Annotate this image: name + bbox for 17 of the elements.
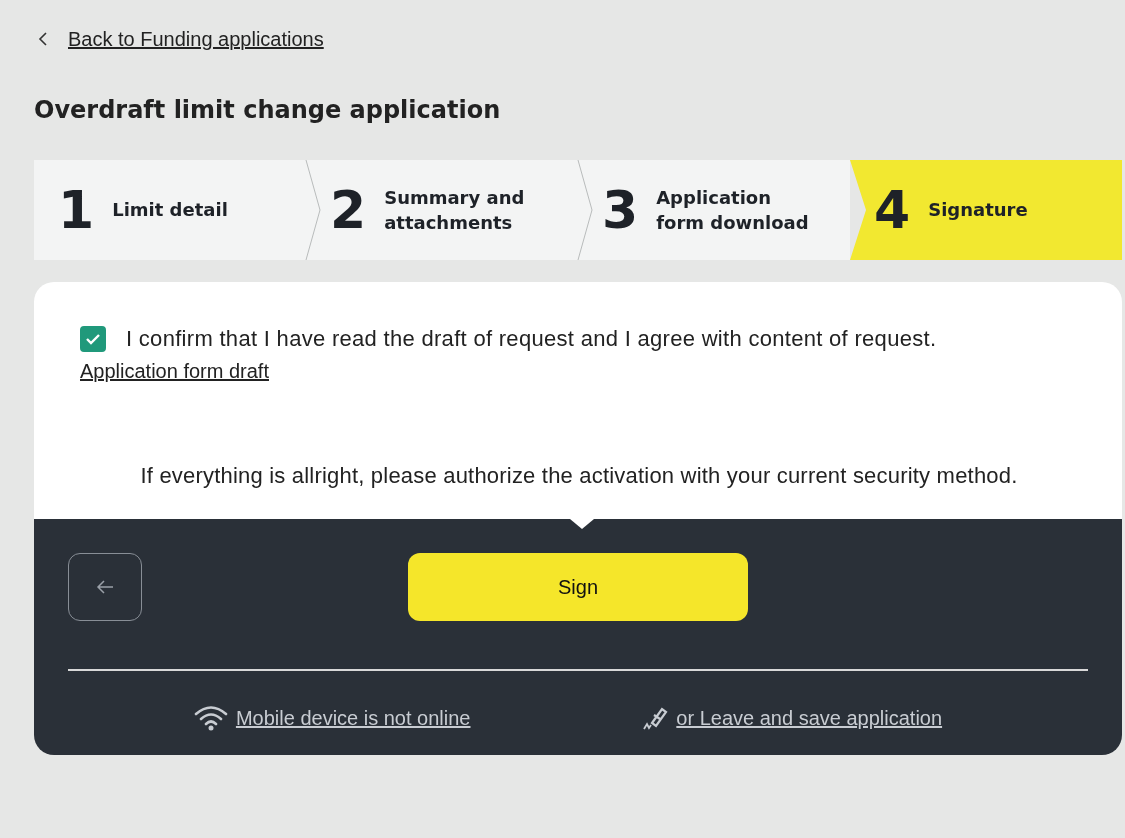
confirm-label: I confirm that I have read the draft of request and I agree with content of request. <box>126 326 937 352</box>
arrow-left-icon <box>96 580 114 594</box>
draft-link[interactable]: Application form draft <box>80 360 269 383</box>
back-button[interactable] <box>68 553 142 621</box>
footer-link[interactable]: Mobile device is not online <box>235 706 471 730</box>
checkmark-icon <box>85 333 101 345</box>
footer-link[interactable]: or Leave and save application <box>676 706 943 730</box>
instruction-text: If everything is allright, please authorize the activation with your current security method. <box>139 463 1019 489</box>
back-link[interactable]: Back to Funding applications <box>68 27 324 51</box>
pen-icon <box>642 705 669 731</box>
wifi-icon <box>193 705 228 731</box>
chevron-left-icon <box>38 31 48 47</box>
checkbox[interactable] <box>80 326 106 352</box>
sign-button[interactable]: Sign <box>408 553 748 621</box>
page-title: Overdraft limit change application <box>34 96 502 124</box>
step-tab[interactable]: 4 Signature <box>850 160 1122 260</box>
step-tab[interactable]: 1 Limit detail <box>34 160 306 260</box>
